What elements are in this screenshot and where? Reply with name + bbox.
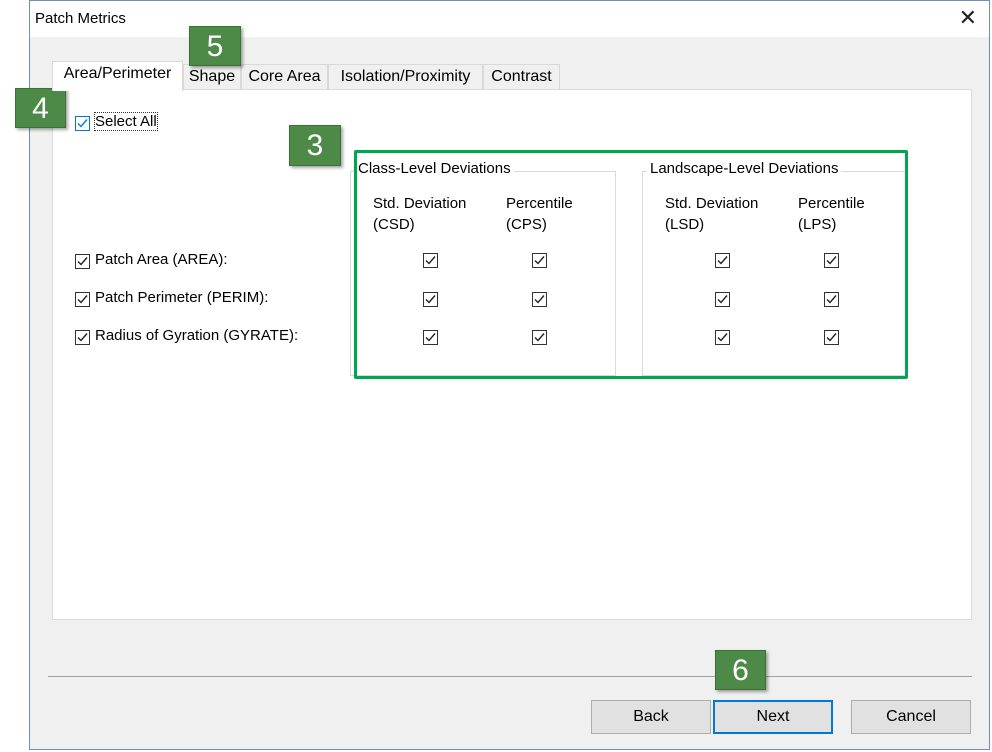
checkmark-icon — [77, 119, 88, 128]
radius-of-gyration-label: Radius of Gyration (GYRATE): — [95, 327, 299, 344]
patch-area-label: Patch Area (AREA): — [95, 251, 228, 268]
checkmark-icon — [77, 295, 88, 304]
title-bar: Patch Metrics ✕ — [30, 1, 989, 37]
patch-perimeter-checkbox[interactable] — [75, 292, 90, 307]
cancel-button[interactable]: Cancel — [851, 700, 971, 734]
checkmark-icon — [77, 257, 88, 266]
deviations-highlight-frame — [354, 150, 908, 379]
callout-6: 6 — [715, 650, 766, 690]
callout-4: 4 — [15, 88, 66, 128]
checkmark-icon — [77, 333, 88, 342]
patch-metrics-dialog: Patch Metrics ✕ Area/Perimeter Shape Cor… — [29, 0, 990, 750]
tab-shape[interactable]: Shape — [183, 64, 241, 89]
callout-5: 5 — [189, 26, 241, 66]
select-all-checkbox[interactable] — [75, 116, 90, 131]
radius-of-gyration-checkbox[interactable] — [75, 330, 90, 345]
next-button[interactable]: Next — [713, 700, 833, 734]
area-perimeter-panel: Select All Patch Area (AREA): Patch Peri… — [52, 89, 972, 620]
tab-contrast[interactable]: Contrast — [483, 64, 560, 89]
window-title: Patch Metrics — [35, 10, 126, 27]
callout-3: 3 — [289, 125, 341, 166]
back-button[interactable]: Back — [591, 700, 711, 734]
tab-isolation-proximity[interactable]: Isolation/Proximity — [328, 64, 483, 89]
tab-core-area[interactable]: Core Area — [241, 64, 328, 89]
close-icon[interactable]: ✕ — [959, 7, 977, 29]
tab-area-perimeter[interactable]: Area/Perimeter — [52, 61, 183, 91]
patch-perimeter-label: Patch Perimeter (PERIM): — [95, 289, 269, 306]
button-separator — [48, 676, 972, 677]
select-all-label[interactable]: Select All — [94, 112, 158, 131]
patch-area-checkbox[interactable] — [75, 254, 90, 269]
